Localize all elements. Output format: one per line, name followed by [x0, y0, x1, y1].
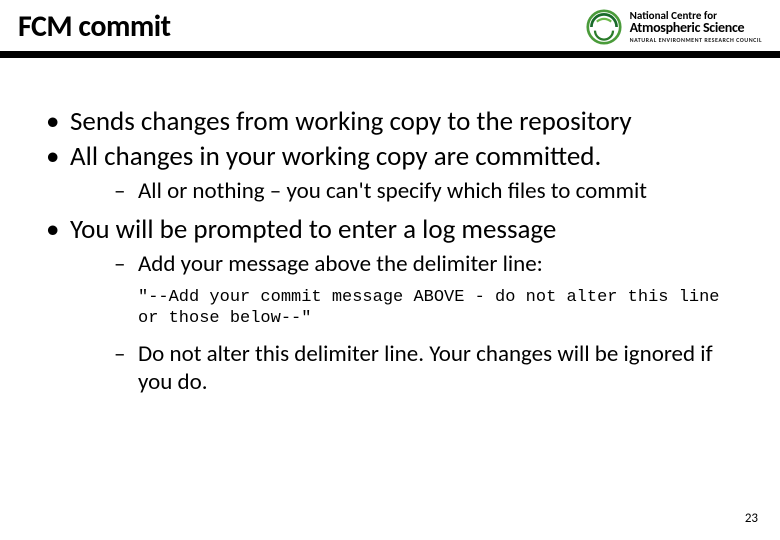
- sub-bullet-item: All or nothing – you can't specify which…: [70, 178, 750, 206]
- sub-bullet-item: Add your message above the delimiter lin…: [70, 251, 750, 279]
- bullet-item: Sends changes from working copy to the r…: [30, 106, 750, 137]
- sub-bullet-list: All or nothing – you can't specify which…: [70, 178, 750, 206]
- org-logo: National Centre for Atmospheric Science …: [586, 9, 762, 45]
- bullet-text: All changes in your working copy are com…: [70, 140, 601, 173]
- slide: FCM commit National Centre for Atmospher…: [0, 0, 780, 540]
- slide-title: FCM commit: [18, 8, 171, 45]
- swirl-icon: [586, 9, 622, 45]
- bullet-list: Sends changes from working copy to the r…: [30, 106, 750, 396]
- title-bar: FCM commit National Centre for Atmospher…: [0, 0, 780, 51]
- sub-bullet-list: Do not alter this delimiter line. Your c…: [70, 341, 750, 396]
- logo-line-2: Atmospheric Science: [630, 21, 762, 35]
- bullet-item: You will be prompted to enter a log mess…: [30, 214, 750, 397]
- logo-text: National Centre for Atmospheric Science …: [630, 10, 762, 43]
- sub-bullet-list: Add your message above the delimiter lin…: [70, 251, 750, 279]
- bullet-text: You will be prompted to enter a log mess…: [70, 213, 556, 246]
- title-rule: [0, 51, 780, 58]
- slide-content: Sends changes from working copy to the r…: [0, 58, 780, 396]
- sub-bullet-item: Do not alter this delimiter line. Your c…: [70, 341, 750, 396]
- bullet-item: All changes in your working copy are com…: [30, 141, 750, 206]
- logo-line-3: NATURAL ENVIRONMENT RESEARCH COUNCIL: [630, 37, 762, 43]
- page-number: 23: [745, 511, 758, 526]
- code-snippet: "--Add your commit message ABOVE - do no…: [70, 286, 750, 335]
